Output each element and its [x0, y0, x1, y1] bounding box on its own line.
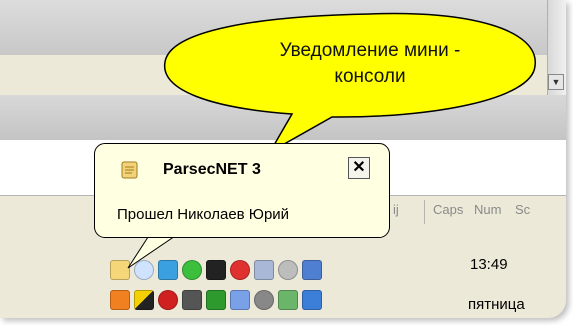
balloon-tail-joint [129, 234, 177, 237]
balloon-message: Прошел Николаев Юрий [117, 206, 290, 223]
close-button[interactable]: ✕ [348, 157, 370, 179]
parsec-scroll-icon [121, 161, 138, 179]
balloon-title: ParsecNET 3 [163, 161, 261, 178]
notification-balloon[interactable]: ParsecNET 3 ✕ Прошел Николаев Юрий [94, 143, 390, 238]
